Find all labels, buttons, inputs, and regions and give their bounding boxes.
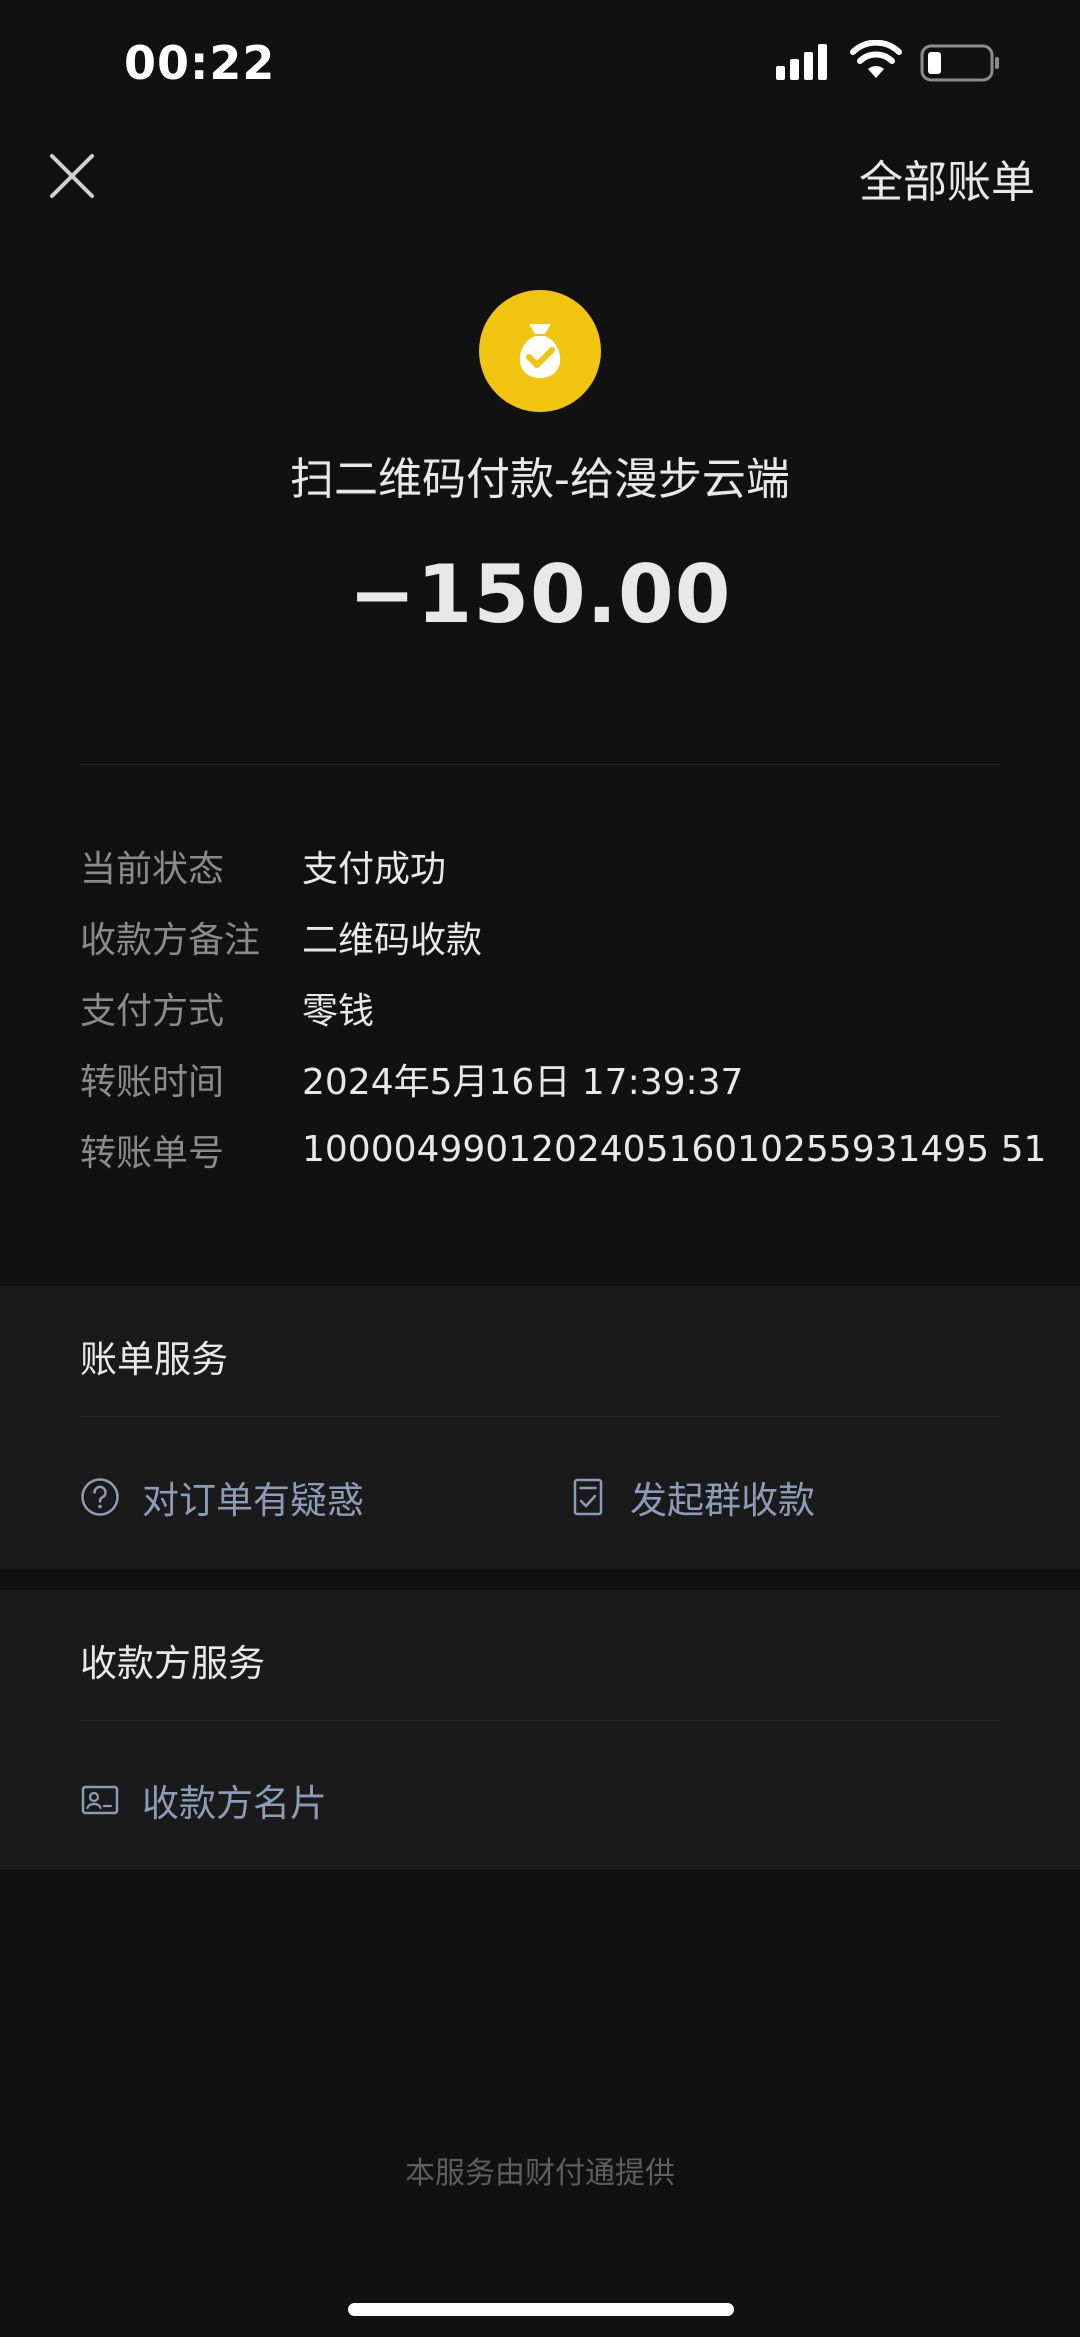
link-label: 对订单有疑惑 xyxy=(142,1479,364,1522)
group-collect-button[interactable]: 发起群收款 xyxy=(568,1470,815,1524)
status-bar: 00:22 xyxy=(0,0,1080,130)
payee-card-button[interactable]: 收款方名片 xyxy=(80,1773,327,1827)
detail-value: 零钱 xyxy=(302,990,375,1032)
detail-label: 收款方备注 xyxy=(80,919,261,961)
detail-label: 当前状态 xyxy=(80,848,225,890)
question-circle-icon xyxy=(81,1478,119,1516)
contact-card-icon xyxy=(81,1785,119,1815)
card-title: 账单服务 xyxy=(80,1338,228,1381)
status-time: 00:22 xyxy=(124,36,276,90)
receipt-check-icon xyxy=(573,1478,603,1516)
detail-label: 支付方式 xyxy=(80,990,225,1032)
close-icon xyxy=(50,154,94,198)
cellular-signal-icon xyxy=(776,44,827,80)
detail-row-status: 当前状态 支付成功 xyxy=(80,830,1020,901)
wifi-icon xyxy=(850,40,902,78)
transaction-title: 扫二维码付款-给漫步云端 xyxy=(290,454,790,505)
detail-value: 2024年5月16日 17:39:37 xyxy=(302,1061,744,1103)
bill-service-card: 账单服务 对订单有疑惑 发起群收款 xyxy=(0,1286,1080,1569)
detail-row-payment-method: 支付方式 零钱 xyxy=(80,972,1020,1043)
link-label: 收款方名片 xyxy=(142,1782,327,1825)
detail-row-transfer-time: 转账时间 2024年5月16日 17:39:37 xyxy=(80,1043,1020,1114)
battery-icon xyxy=(920,44,999,82)
link-label: 发起群收款 xyxy=(630,1479,815,1522)
transaction-amount: −150.00 xyxy=(348,548,732,641)
footer-text: 本服务由财付通提供 xyxy=(405,2156,675,2191)
detail-row-transfer-number: 转账单号 100004990120240516010255931495 51 xyxy=(80,1114,1046,1185)
divider xyxy=(80,1416,1000,1417)
all-bills-link[interactable]: 全部账单 xyxy=(859,146,1035,210)
divider xyxy=(80,764,1000,765)
transaction-details: 当前状态 支付成功 收款方备注 二维码收款 支付方式 零钱 转账时间 2024年… xyxy=(80,830,1046,1185)
detail-label: 转账时间 xyxy=(80,1061,225,1103)
card-title: 收款方服务 xyxy=(80,1642,265,1685)
money-bag-check-icon xyxy=(519,324,561,378)
home-indicator[interactable] xyxy=(348,2303,734,2316)
payee-service-card: 收款方服务 收款方名片 xyxy=(0,1590,1080,1870)
detail-label: 转账单号 xyxy=(80,1132,225,1174)
detail-value: 支付成功 xyxy=(302,848,447,890)
detail-row-payee-note: 收款方备注 二维码收款 xyxy=(80,901,1020,972)
detail-value: 100004990120240516010255931495 51 xyxy=(302,1129,1047,1170)
divider xyxy=(80,1720,1000,1721)
order-question-button[interactable]: 对订单有疑惑 xyxy=(80,1470,364,1524)
merchant-avatar xyxy=(479,290,601,412)
detail-value: 二维码收款 xyxy=(302,919,483,961)
close-button[interactable] xyxy=(44,148,100,204)
